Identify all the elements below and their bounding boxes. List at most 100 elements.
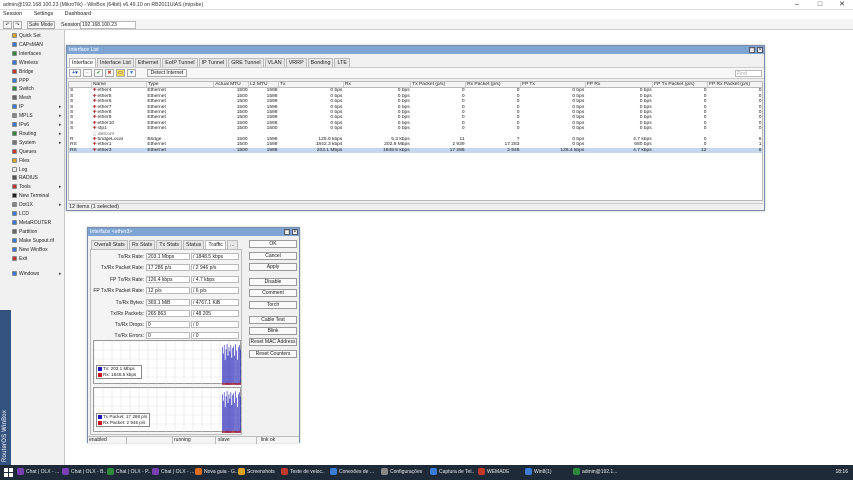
taskbar-item[interactable]: Chat | OLX - P... bbox=[107, 467, 151, 478]
minimize-button[interactable]: – bbox=[787, 0, 807, 10]
sidebar-item-switch[interactable]: Switch bbox=[12, 86, 34, 93]
submenu-arrow-icon: ▸ bbox=[59, 122, 62, 128]
apply-button[interactable]: Apply bbox=[249, 263, 297, 271]
torch-button[interactable]: Torch bbox=[249, 301, 297, 309]
taskbar-item[interactable]: Win8(1) bbox=[525, 467, 569, 478]
sidebar-item-exit[interactable]: Exit bbox=[12, 255, 27, 263]
window-restore-icon[interactable]: □ bbox=[284, 229, 290, 235]
tab-vlan[interactable]: VLAN bbox=[264, 58, 285, 67]
taskbar-item[interactable]: Conexões de ... bbox=[330, 467, 374, 478]
sidebar-item-metarouter[interactable]: MetaROUTER bbox=[12, 219, 51, 227]
taskbar-item-label: Conexões de ... bbox=[339, 469, 374, 475]
sidebar-item-new-terminal[interactable]: New Terminal bbox=[12, 193, 49, 200]
tab-gre-tunnel[interactable]: GRE Tunnel bbox=[228, 58, 264, 67]
menu-dashboard[interactable]: Dashboard bbox=[65, 11, 91, 17]
window-restore-icon[interactable]: □ bbox=[749, 47, 755, 53]
taskbar-item[interactable]: Teste de veloc... bbox=[281, 467, 325, 478]
rx-traffic-bar bbox=[223, 382, 225, 385]
sidebar-item-windows[interactable]: Windows ▸ bbox=[12, 271, 62, 278]
windows-start-icon[interactable] bbox=[4, 468, 13, 477]
menu-session[interactable]: Session bbox=[3, 11, 22, 17]
sidebar-item-lcd[interactable]: LCD bbox=[12, 211, 29, 218]
tab-status[interactable]: Status bbox=[183, 240, 205, 249]
tab-[interactable]: ... bbox=[227, 240, 238, 249]
sidebar-item-make-supout-rif[interactable]: Make Supout.rif bbox=[12, 237, 54, 245]
cancel-button[interactable]: Cancel bbox=[249, 252, 297, 260]
taskbar-item[interactable]: Screenshots bbox=[238, 467, 282, 478]
comment-icon[interactable]: ▭ bbox=[116, 69, 125, 77]
taskbar-item[interactable]: Captura de Tel... bbox=[430, 467, 474, 478]
taskbar-item[interactable]: Chat | OLX - B... bbox=[62, 467, 106, 478]
enable-icon[interactable]: ✔ bbox=[94, 69, 103, 77]
find-input[interactable]: Find bbox=[735, 70, 762, 77]
sidebar-item-partition[interactable]: Partition bbox=[12, 228, 37, 236]
sidebar-item-ppp[interactable]: PPP bbox=[12, 77, 29, 85]
sidebar-item-tools[interactable]: Tools ▸ bbox=[12, 184, 62, 191]
rx-traffic-bar bbox=[233, 382, 234, 385]
close-button[interactable]: ✕ bbox=[832, 0, 852, 10]
redo-button[interactable]: ↷ bbox=[13, 21, 22, 29]
sidebar-item-capsman[interactable]: CAPsMAN bbox=[12, 41, 43, 49]
window-close-icon[interactable]: ✕ bbox=[757, 47, 763, 53]
safe-mode-button[interactable]: Safe Mode bbox=[27, 21, 55, 29]
tab-tx-stats[interactable]: Tx Stats bbox=[156, 240, 183, 249]
ok-button[interactable]: OK bbox=[249, 240, 297, 248]
disable-button[interactable]: Disable bbox=[249, 278, 297, 286]
sidebar-item-dot1x[interactable]: Dot1X ▸ bbox=[12, 202, 62, 209]
taskbar-item[interactable]: WEMADE bbox=[478, 467, 522, 478]
sidebar-item-mpls[interactable]: MPLS ▸ bbox=[12, 113, 62, 120]
tab-bonding[interactable]: Bonding bbox=[307, 58, 334, 67]
sidebar-item-new-winbox[interactable]: New WinBox bbox=[12, 246, 48, 254]
tx-traffic-bar bbox=[238, 347, 239, 385]
cell-fprxp: 6 bbox=[707, 147, 762, 154]
sidebar-item-queues[interactable]: Queues bbox=[12, 148, 37, 156]
maximize-button[interactable]: □ bbox=[810, 0, 830, 10]
sidebar-item-routing[interactable]: Routing ▸ bbox=[12, 130, 62, 138]
taskbar-item[interactable]: Chat | OLX - ... bbox=[17, 467, 61, 478]
sidebar-item-bridge[interactable]: Bridge bbox=[12, 68, 33, 76]
tab-vrrp[interactable]: VRRP bbox=[285, 58, 307, 67]
taskbar-item[interactable]: admin@192.1... bbox=[573, 467, 619, 478]
sidebar-item-icon bbox=[12, 50, 17, 56]
tab-eoip-tunnel[interactable]: EoIP Tunnel bbox=[162, 58, 198, 67]
sidebar-item-files[interactable]: Files bbox=[12, 157, 30, 165]
reset-counters-button[interactable]: Reset Counters bbox=[249, 350, 297, 358]
tab-traffic[interactable]: Traffic bbox=[205, 240, 226, 249]
sidebar-item-ip[interactable]: IP ▸ bbox=[12, 104, 62, 111]
taskbar-item[interactable]: Chat | OLX - ... bbox=[152, 467, 196, 478]
tab-ip-tunnel[interactable]: IP Tunnel bbox=[198, 58, 228, 67]
detect-internet-button[interactable]: Detect Internet bbox=[147, 69, 187, 77]
sidebar-item-radius[interactable]: RADIUS bbox=[12, 175, 38, 182]
tab-interface-list[interactable]: Interface List bbox=[96, 58, 134, 67]
tab-overall-stats[interactable]: Overall Stats bbox=[91, 240, 128, 249]
sidebar-item-wireless[interactable]: Wireless bbox=[12, 59, 38, 67]
session-field[interactable]: 192.168.100.23 bbox=[80, 21, 136, 29]
reset-mac-address-button[interactable]: Reset MAC Address bbox=[249, 338, 297, 346]
add-icon[interactable]: +▾ bbox=[69, 69, 81, 77]
tab-interface[interactable]: Interface bbox=[69, 58, 96, 67]
comment-button[interactable]: Comment bbox=[249, 289, 297, 297]
sidebar-item-system[interactable]: System ▸ bbox=[12, 139, 62, 147]
tab-lte[interactable]: LTE bbox=[334, 58, 350, 67]
taskbar-item[interactable]: Nova guia - G... bbox=[195, 467, 239, 478]
window-close-icon[interactable]: ✕ bbox=[292, 229, 298, 235]
rx-traffic-bar bbox=[226, 382, 228, 385]
sidebar-item-mesh[interactable]: Mesh bbox=[12, 95, 31, 102]
field-rx-text: 1848.5 kbps bbox=[195, 254, 224, 260]
undo-button[interactable]: ↶ bbox=[3, 21, 12, 29]
sidebar-item-interfaces[interactable]: Interfaces bbox=[12, 50, 41, 58]
taskbar-item-label: Screenshots bbox=[247, 469, 275, 475]
table-row[interactable]: RS ✚ether3 Ethernet 1500 1598 203.1 Mbps 1848.… bbox=[69, 147, 762, 154]
cable-test-button[interactable]: Cable Test bbox=[249, 316, 297, 324]
tab-rx-stats[interactable]: Rx Stats bbox=[128, 240, 156, 249]
sidebar-item-ipv6[interactable]: IPv6 ▸ bbox=[12, 122, 62, 129]
taskbar-item[interactable]: Configurações bbox=[381, 467, 425, 478]
remove-icon[interactable]: − bbox=[83, 69, 92, 77]
sidebar-item-log[interactable]: Log bbox=[12, 166, 27, 174]
tab-ethernet[interactable]: Ethernet bbox=[134, 58, 162, 67]
menu-settings[interactable]: Settings bbox=[34, 11, 53, 17]
blink-button[interactable]: Blink bbox=[249, 327, 297, 335]
disable-icon[interactable]: ✖ bbox=[105, 69, 114, 77]
sidebar-item-quick-set[interactable]: Quick Set bbox=[12, 33, 41, 40]
filter-icon[interactable]: ▼ bbox=[127, 69, 136, 77]
